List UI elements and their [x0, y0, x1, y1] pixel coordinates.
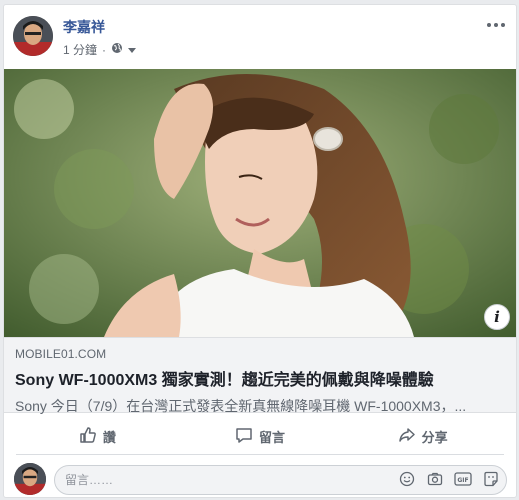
- thumbs-up-icon: [79, 426, 97, 447]
- emoji-icon[interactable]: [398, 470, 416, 488]
- gif-icon[interactable]: GIF: [454, 470, 472, 488]
- post-actions: 讚 留言 分享: [16, 419, 504, 455]
- post-meta: 1 分鐘 ·: [63, 41, 137, 58]
- link-preview[interactable]: MOBILE01.COM Sony WF-1000XM3 獨家實測！趨近完美的佩…: [4, 337, 516, 414]
- share-arrow-icon: [398, 426, 416, 447]
- share-label: 分享: [421, 430, 448, 445]
- dot-separator: ·: [102, 42, 107, 57]
- link-preview-image[interactable]: i: [4, 69, 516, 337]
- comment-input[interactable]: [65, 466, 365, 494]
- commenter-avatar[interactable]: [14, 463, 46, 495]
- post-card: 李嘉祥 1 分鐘 · i MOBILE01.COM Sony WF-1000XM…: [3, 4, 517, 498]
- comment-composer: GIF: [4, 461, 516, 497]
- chevron-down-icon[interactable]: [128, 43, 137, 57]
- sticker-icon[interactable]: [482, 470, 500, 488]
- globe-icon[interactable]: [111, 42, 123, 57]
- info-icon[interactable]: i: [484, 304, 510, 330]
- comment-label: 留言: [259, 430, 286, 445]
- author-name[interactable]: 李嘉祥: [63, 17, 105, 37]
- link-domain: MOBILE01.COM: [15, 347, 107, 361]
- post-header: 李嘉祥 1 分鐘 ·: [4, 5, 516, 69]
- link-title[interactable]: Sony WF-1000XM3 獨家實測！趨近完美的佩戴與降噪體驗: [15, 366, 506, 390]
- link-description: Sony 今日（7/9）在台灣正式發表全新真無線降噪耳機 WF-1000XM3，…: [15, 398, 467, 414]
- comment-tools: GIF: [398, 470, 500, 488]
- comment-bubble-icon: [235, 426, 253, 447]
- comment-button[interactable]: 留言: [179, 419, 342, 454]
- post-timestamp[interactable]: 1 分鐘: [63, 41, 97, 58]
- like-button[interactable]: 讚: [16, 419, 179, 454]
- comment-input-box[interactable]: GIF: [54, 465, 507, 495]
- camera-icon[interactable]: [426, 470, 444, 488]
- share-button[interactable]: 分享: [341, 419, 504, 454]
- like-label: 讚: [102, 430, 116, 445]
- author-avatar[interactable]: [13, 16, 53, 56]
- svg-text:GIF: GIF: [457, 477, 468, 484]
- more-options-icon[interactable]: [486, 15, 506, 35]
